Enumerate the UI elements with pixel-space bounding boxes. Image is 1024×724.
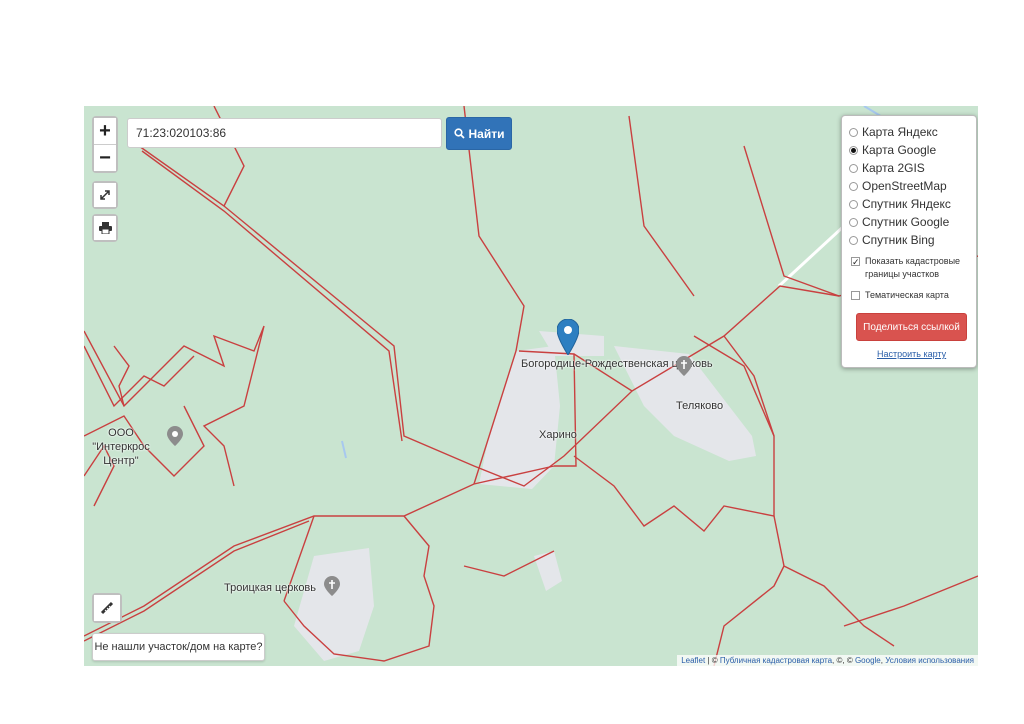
place-pin-icon[interactable] [324,576,340,596]
map-canvas[interactable]: Богородице-Рождественская церковь Харино… [84,106,978,666]
leaflet-link[interactable]: Leaflet [681,656,705,665]
layer-option[interactable]: Карта Google [849,141,976,159]
layer-option-label: Карта 2GIS [862,161,925,175]
layer-radio[interactable] [849,235,858,245]
place-pin-icon[interactable] [676,356,692,376]
search-input[interactable] [127,118,442,148]
search-icon [453,128,465,139]
layer-radio[interactable] [849,181,858,191]
share-link-button[interactable]: Поделиться ссылкой [856,313,967,341]
not-found-button[interactable]: Не нашли участок/дом на карте? [92,633,265,661]
ruler-button[interactable] [92,593,122,623]
layer-radio[interactable] [849,145,858,155]
layer-option-label: OpenStreetMap [862,179,947,193]
show-cadastral-check[interactable]: ✓ [851,257,860,267]
settlement-troitskaya [294,548,374,661]
layer-option[interactable]: Спутник Bing [849,231,976,249]
map-attribution: Leaflet | © Публичная кадастровая карта,… [677,655,978,666]
layer-option-label: Карта Яндекс [862,125,938,139]
layer-radio[interactable] [849,199,858,209]
thematic-label: Тематическая карта [865,290,949,300]
place-label-company: ООО "Интеркрос Центр" [92,427,150,467]
terms-link[interactable]: Условия использования [885,656,974,665]
configure-map-link[interactable]: Настроить карту [877,349,976,359]
print-button[interactable] [92,214,118,242]
show-cadastral-checkbox[interactable]: ✓ Показать кадастровые границы участков [849,255,976,281]
settlement-small [534,551,562,591]
place-label-telyakovo: Теляково [676,400,724,412]
attribution-sep: | © [705,656,720,665]
layer-option[interactable]: OpenStreetMap [849,177,976,195]
fullscreen-icon [94,183,116,207]
layer-option[interactable]: Карта Яндекс [849,123,976,141]
place-label-church2: Троицкая церковь [224,582,317,594]
layer-radio[interactable] [849,163,858,173]
thematic-checkbox[interactable]: Тематическая карта [849,289,976,302]
layer-option[interactable]: Спутник Яндекс [849,195,976,213]
layer-radio[interactable] [849,217,858,227]
layer-switcher-panel: Карта Яндекс Карта Google Карта 2GIS OpenSt… [841,115,977,368]
ruler-icon [94,595,120,621]
layer-option[interactable]: Карта 2GIS [849,159,976,177]
search-button[interactable]: Найти [446,117,512,150]
google-link[interactable]: Google [855,656,881,665]
layer-list: Карта Яндекс Карта Google Карта 2GIS OpenSt… [849,123,976,249]
fullscreen-button[interactable] [92,181,118,209]
map-marker-icon[interactable] [557,319,579,355]
layer-radio[interactable] [849,127,858,137]
place-label-kharino: Харино [539,429,577,441]
pkk-link[interactable]: Публичная кадастровая карта [720,656,832,665]
layer-option-label: Спутник Google [862,215,950,229]
show-cadastral-label: Показать кадастровые границы участков [865,256,961,279]
layer-option-label: Спутник Bing [862,233,935,247]
place-pin-icon[interactable] [167,426,183,446]
zoom-in-button[interactable]: + [94,118,116,145]
attribution-mid: , ©, © [832,656,855,665]
layer-option-label: Спутник Яндекс [862,197,951,211]
layer-option[interactable]: Спутник Google [849,213,976,231]
printer-icon [94,216,116,240]
layer-option-label: Карта Google [862,143,937,157]
zoom-control: + − [92,116,118,173]
thematic-check[interactable] [851,291,860,300]
stream [341,440,347,459]
zoom-out-button[interactable]: − [94,145,116,171]
search-button-label: Найти [468,126,505,141]
